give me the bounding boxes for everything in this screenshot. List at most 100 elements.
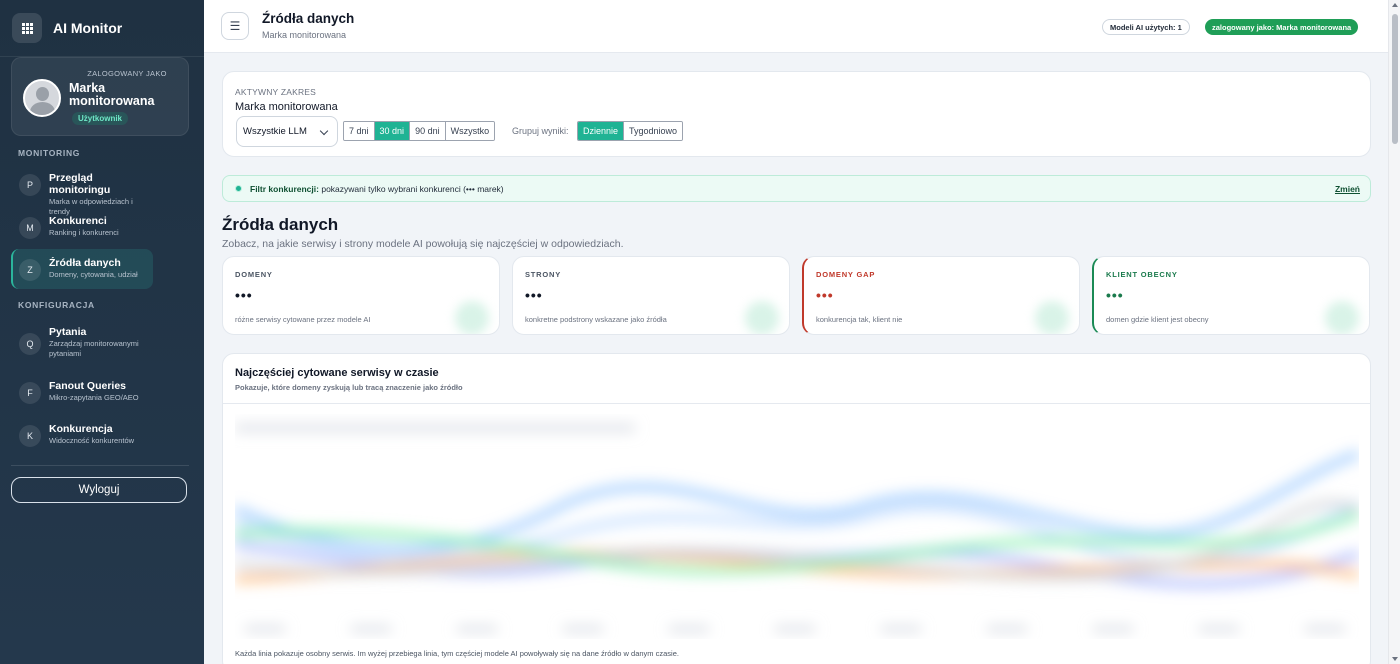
section-label-configuration: KONFIGURACJA bbox=[18, 300, 95, 310]
page-scrollbar[interactable] bbox=[1388, 0, 1400, 664]
chart-subtitle: Pokazuje, które domeny zyskują lub tracą… bbox=[235, 383, 463, 392]
chevron-down-icon bbox=[319, 126, 329, 136]
user-label: ZALOGOWANY JAKO bbox=[87, 69, 167, 78]
nav-title: Przegląd monitoringu bbox=[49, 172, 111, 196]
blurred-axis-label bbox=[1199, 626, 1239, 632]
models-used-badge: Modeli AI użytych: 1 bbox=[1102, 19, 1190, 35]
brand[interactable]: AI Monitor bbox=[0, 0, 204, 57]
blurred-axis-label bbox=[245, 626, 285, 632]
stat-label: KLIENT OBECNY bbox=[1106, 270, 1178, 279]
sidebar-item-questions[interactable]: Q Pytania Zarządzaj monitorowanymi pytan… bbox=[11, 318, 153, 366]
nav-subtitle: Zarządzaj monitorowanymi pytaniami bbox=[49, 339, 139, 358]
blurred-axis-label bbox=[563, 626, 603, 632]
group-selector: Dziennie Tygodniowo bbox=[577, 121, 684, 141]
nav-subtitle: Mikro-zapytania GEO/AEO bbox=[49, 393, 139, 402]
stat-value: ••• bbox=[816, 287, 834, 303]
scroll-up-icon[interactable] bbox=[1392, 3, 1398, 7]
competitor-filter-bar: Filtr konkurencji: pokazywani tylko wybr… bbox=[222, 175, 1371, 202]
stat-description: konkurencja tak, klient nie bbox=[816, 315, 903, 324]
stat-description: różne serwisy cytowane przez modele AI bbox=[235, 315, 371, 324]
nav-subtitle: Widoczność konkurentów bbox=[49, 436, 135, 445]
filter-change-link[interactable]: Zmień bbox=[1335, 184, 1360, 194]
blurred-axis-label bbox=[351, 626, 391, 632]
nav-subtitle: Domeny, cytowania, udział bbox=[49, 270, 138, 279]
nav-letter-badge: M bbox=[19, 217, 41, 239]
blurred-axis-label bbox=[987, 626, 1027, 632]
period-option-90[interactable]: 90 dni bbox=[410, 122, 446, 140]
stat-value: ••• bbox=[235, 287, 253, 303]
sidebar-item-competitors[interactable]: M Konkurenci Ranking i konkurenci bbox=[11, 207, 153, 247]
hamburger-icon: ☰ bbox=[229, 19, 241, 33]
group-label: Grupuj wyniki: bbox=[512, 126, 569, 136]
range-value: Marka monitorowana bbox=[235, 101, 338, 113]
nav-title: Konkurencja bbox=[49, 423, 113, 435]
decorative-blob bbox=[1325, 301, 1359, 334]
page-subtitle: Marka monitorowana bbox=[262, 30, 347, 40]
section-label-monitoring: MONITORING bbox=[18, 148, 81, 158]
nav-title: Konkurenci bbox=[49, 215, 107, 227]
menu-toggle-button[interactable]: ☰ bbox=[221, 12, 249, 40]
sidebar: AI Monitor ZALOGOWANY JAKO Marka monitor… bbox=[0, 0, 204, 664]
sidebar-item-data-sources[interactable]: Z Źródła danych Domeny, cytowania, udzia… bbox=[11, 249, 153, 289]
chart-note: Każda linia pokazuje osobny serwis. Im w… bbox=[235, 649, 679, 658]
chart-title: Najczęściej cytowane serwisy w czasie bbox=[235, 367, 439, 379]
nav-title: Źródła danych bbox=[49, 257, 121, 269]
blurred-axis-label bbox=[457, 626, 497, 632]
page-title: Źródła danych bbox=[262, 11, 355, 26]
decorative-blob bbox=[455, 301, 489, 334]
filter-text: pokazywani tylko wybrani konkurenci (•••… bbox=[321, 184, 504, 194]
active-range-card: AKTYWNY ZAKRES Marka monitorowana Wszyst… bbox=[222, 71, 1371, 157]
nav-letter-badge: Z bbox=[19, 259, 41, 281]
nav-title: Fanout Queries bbox=[49, 380, 127, 392]
user-role-badge: Użytkownik bbox=[72, 112, 129, 125]
stat-card-domains: DOMENY ••• różne serwisy cytowane przez … bbox=[222, 256, 500, 335]
blurred-chart bbox=[235, 424, 1359, 632]
chart-divider bbox=[223, 403, 1370, 404]
logged-in-badge: zalogowany jako: Marka monitorowana bbox=[1205, 19, 1359, 35]
grid-icon bbox=[12, 13, 42, 43]
user-name: Marka monitorowana bbox=[69, 81, 155, 108]
group-option-daily[interactable]: Dziennie bbox=[578, 122, 625, 140]
logout-button[interactable]: Wyloguj bbox=[11, 477, 187, 503]
avatar bbox=[23, 79, 61, 117]
section-description: Zobacz, na jakie serwisy i strony modele… bbox=[222, 238, 624, 250]
stat-value: ••• bbox=[525, 287, 543, 303]
group-option-weekly[interactable]: Tygodniowo bbox=[624, 122, 683, 140]
stat-card-gap-domains: DOMENY GAP ••• konkurencja tak, klient n… bbox=[802, 256, 1080, 335]
app-name: AI Monitor bbox=[53, 20, 123, 36]
llm-select-value: Wszystkie LLM bbox=[243, 126, 307, 137]
llm-select[interactable]: Wszystkie LLM bbox=[236, 116, 338, 147]
scroll-thumb[interactable] bbox=[1392, 14, 1398, 144]
nav-subtitle: Ranking i konkurenci bbox=[49, 228, 119, 237]
stat-label: DOMENY bbox=[235, 270, 273, 279]
blurred-axis-label bbox=[881, 626, 921, 632]
period-option-7[interactable]: 7 dni bbox=[344, 122, 375, 140]
nav-letter-badge: F bbox=[19, 382, 41, 404]
topbar: ☰ Źródła danych Marka monitorowana Model… bbox=[204, 0, 1388, 53]
range-label: AKTYWNY ZAKRES bbox=[235, 87, 317, 97]
nav-letter-badge: K bbox=[19, 425, 41, 447]
period-option-30[interactable]: 30 dni bbox=[374, 122, 411, 140]
filter-label: Filtr konkurencji: bbox=[250, 184, 319, 194]
sources-over-time-card: Najczęściej cytowane serwisy w czasie Po… bbox=[222, 353, 1371, 664]
stat-card-pages: STRONY ••• konkretne podstrony wskazane … bbox=[512, 256, 790, 335]
blurred-legend bbox=[235, 424, 635, 432]
blurred-axis-label bbox=[775, 626, 815, 632]
status-dot-icon bbox=[235, 185, 242, 192]
blurred-axis-label bbox=[669, 626, 709, 632]
period-option-all[interactable]: Wszystko bbox=[445, 122, 495, 140]
stat-description: konkretne podstrony wskazane jako źródła bbox=[525, 315, 667, 324]
scroll-down-icon[interactable] bbox=[1392, 657, 1398, 661]
stat-card-client-present: KLIENT OBECNY ••• domen gdzie klient jes… bbox=[1092, 256, 1370, 335]
nav-letter-badge: P bbox=[19, 174, 41, 196]
sidebar-item-fanout[interactable]: F Fanout Queries Mikro-zapytania GEO/AEO bbox=[11, 372, 153, 412]
blurred-axis-label bbox=[1093, 626, 1133, 632]
sidebar-item-competition[interactable]: K Konkurencja Widoczność konkurentów bbox=[11, 415, 153, 455]
sidebar-divider bbox=[11, 465, 189, 466]
sidebar-item-overview[interactable]: P Przegląd monitoringu Marka w odpowiedz… bbox=[11, 164, 153, 216]
blurred-axis-label bbox=[1305, 626, 1345, 632]
stat-label: STRONY bbox=[525, 270, 562, 279]
period-selector: 7 dni 30 dni 90 dni Wszystko bbox=[343, 121, 496, 141]
section-title: Źródła danych bbox=[222, 215, 339, 234]
stat-description: domen gdzie klient jest obecny bbox=[1106, 315, 1209, 324]
